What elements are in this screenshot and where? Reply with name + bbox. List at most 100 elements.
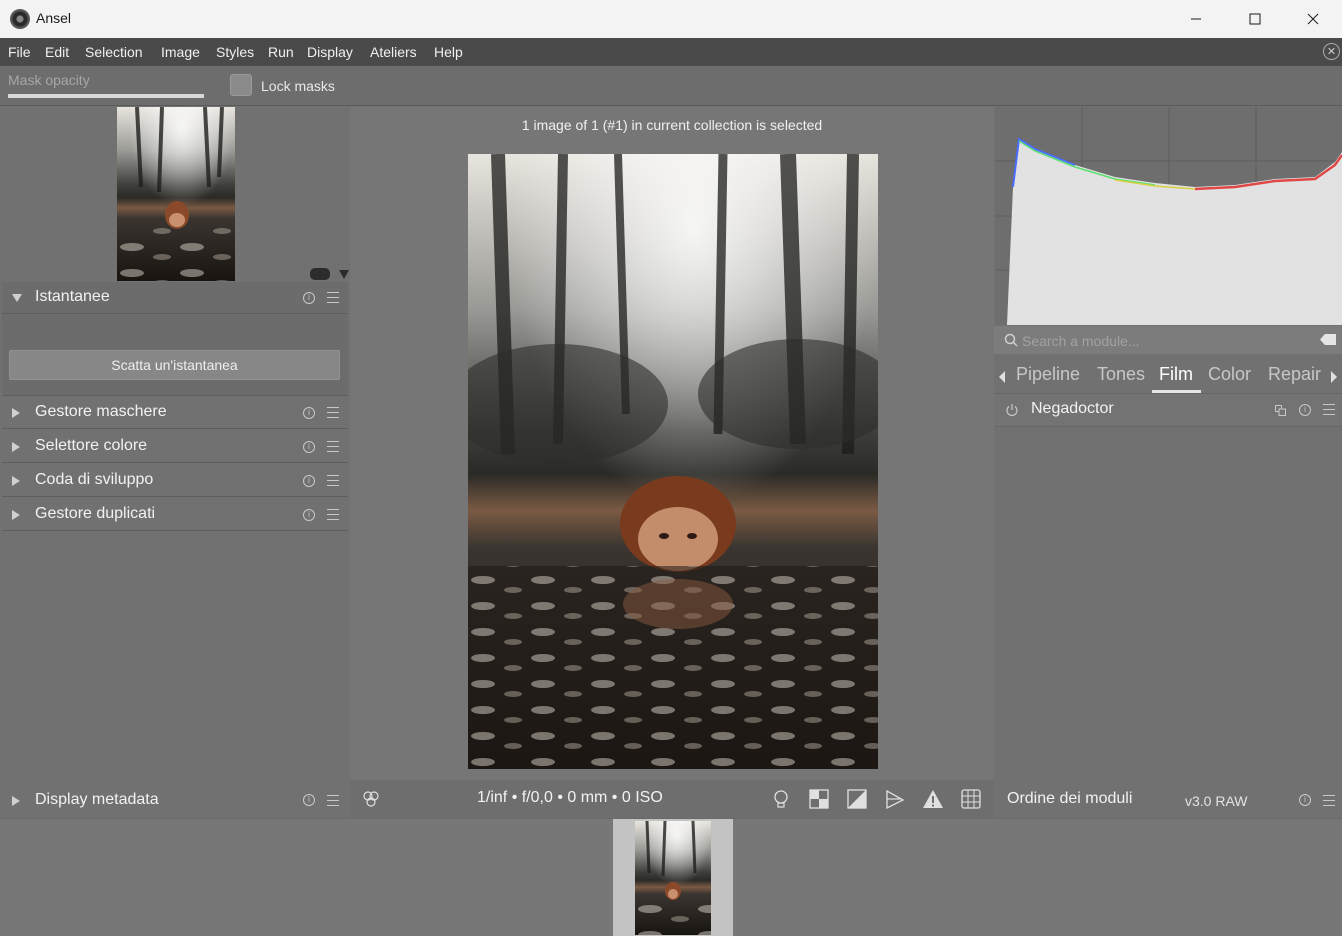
navigation-thumbnail[interactable] bbox=[117, 107, 235, 281]
tab-film[interactable]: Film bbox=[1159, 364, 1193, 385]
search-input[interactable]: Search a module... bbox=[1022, 333, 1140, 349]
power-icon[interactable] bbox=[1005, 403, 1019, 417]
menu-edit[interactable]: Edit bbox=[45, 44, 69, 60]
module-order-bar[interactable]: Ordine dei moduli v3.0 RAW i bbox=[994, 780, 1342, 818]
menu-icon[interactable] bbox=[327, 292, 339, 303]
module-negadoctor[interactable]: Negadoctor i bbox=[994, 393, 1342, 427]
bottom-left-module[interactable]: Display metadata i bbox=[0, 784, 350, 817]
maximize-button[interactable] bbox=[1226, 0, 1284, 38]
lock-masks-label: Lock masks bbox=[261, 78, 335, 94]
module-title: Gestore maschere bbox=[35, 403, 167, 420]
module-order-label: Ordine dei moduli bbox=[1007, 790, 1133, 807]
grid-icon[interactable] bbox=[960, 788, 982, 810]
center-footer: 1/inf • f/0,0 • 0 mm • 0 ISO bbox=[350, 780, 994, 818]
color-assessment-icon[interactable] bbox=[360, 788, 382, 810]
expand-arrow-icon bbox=[12, 510, 20, 520]
histogram[interactable] bbox=[995, 107, 1342, 325]
module-title: Selettore colore bbox=[35, 437, 148, 454]
maximize-icon bbox=[1249, 13, 1261, 25]
module-istantanee[interactable]: Istantanee i bbox=[2, 282, 348, 314]
focus-peaking-icon[interactable] bbox=[884, 788, 906, 810]
tab-color[interactable]: Color bbox=[1208, 364, 1251, 385]
zoom-dropdown-icon[interactable] bbox=[339, 270, 349, 279]
menu-help[interactable]: Help bbox=[434, 44, 463, 60]
menu-selection[interactable]: Selection bbox=[85, 44, 143, 60]
menu-display[interactable]: Display bbox=[307, 44, 353, 60]
info-icon[interactable]: i bbox=[303, 441, 315, 453]
tab-repair[interactable]: Repair bbox=[1268, 364, 1321, 385]
module-search-bar[interactable]: Search a module... bbox=[994, 326, 1342, 354]
minimize-icon bbox=[1191, 18, 1201, 20]
warning-icon[interactable] bbox=[922, 788, 944, 810]
menu-icon[interactable] bbox=[327, 441, 339, 452]
menu-file[interactable]: File bbox=[8, 44, 31, 60]
close-button[interactable] bbox=[1284, 0, 1342, 38]
module-group-tabs: Pipeline Tones Film Color Repair bbox=[994, 358, 1342, 394]
info-icon[interactable]: i bbox=[1299, 404, 1311, 416]
module-gestore-duplicati[interactable]: Gestore duplicati i bbox=[2, 499, 348, 531]
menu-ateliers[interactable]: Ateliers bbox=[370, 44, 417, 60]
expand-arrow-icon bbox=[12, 476, 20, 486]
title-bar: Ansel bbox=[0, 0, 1342, 38]
module-title: Coda di sviluppo bbox=[35, 471, 154, 488]
gamut-icon[interactable] bbox=[846, 788, 868, 810]
menu-icon[interactable] bbox=[327, 795, 339, 806]
menu-icon[interactable] bbox=[327, 475, 339, 486]
module-title: Gestore duplicati bbox=[35, 505, 156, 522]
menu-icon[interactable] bbox=[1323, 404, 1335, 415]
filmstrip bbox=[0, 818, 1342, 936]
menu-bar: File Edit Selection Image Styles Run Dis… bbox=[0, 38, 1342, 66]
app-icon bbox=[10, 9, 30, 29]
info-icon[interactable]: i bbox=[303, 794, 315, 806]
module-gestore-maschere[interactable]: Gestore maschere i bbox=[2, 397, 348, 429]
tab-pipeline[interactable]: Pipeline bbox=[1016, 364, 1080, 385]
info-icon[interactable]: i bbox=[1299, 794, 1311, 806]
menu-styles[interactable]: Styles bbox=[216, 44, 254, 60]
expand-arrow-icon bbox=[12, 442, 20, 452]
tabs-right-arrow-icon[interactable] bbox=[1331, 371, 1337, 383]
module-coda-di-sviluppo[interactable]: Coda di sviluppo i bbox=[2, 465, 348, 497]
info-icon[interactable]: i bbox=[303, 475, 315, 487]
menu-run[interactable]: Run bbox=[268, 44, 294, 60]
main-image[interactable] bbox=[468, 154, 878, 769]
left-panel: Istantanee i Scatta un'istantanea Gestor… bbox=[0, 106, 350, 818]
info-icon[interactable]: i bbox=[303, 407, 315, 419]
clear-search-icon[interactable] bbox=[1320, 334, 1336, 345]
right-panel: Search a module... Pipeline Tones Film C… bbox=[994, 106, 1342, 818]
lightbulb-icon[interactable] bbox=[770, 788, 792, 810]
module-title: Negadoctor bbox=[1031, 400, 1114, 417]
menu-icon[interactable] bbox=[327, 407, 339, 418]
expand-arrow-icon bbox=[12, 408, 20, 418]
filmstrip-cell-selected[interactable] bbox=[613, 819, 733, 936]
zoom-toggle-icon[interactable] bbox=[310, 268, 330, 280]
snapshots-body: Scatta un'istantanea bbox=[2, 314, 348, 396]
module-order-value: v3.0 RAW bbox=[1185, 793, 1248, 809]
module-selettore-colore[interactable]: Selettore colore i bbox=[2, 431, 348, 463]
selection-status: 1 image of 1 (#1) in current collection … bbox=[521, 117, 823, 133]
close-icon bbox=[1307, 13, 1319, 25]
minimize-button[interactable] bbox=[1167, 0, 1225, 38]
center-view: 1 image of 1 (#1) in current collection … bbox=[350, 106, 994, 780]
filmstrip-thumbnail[interactable] bbox=[635, 821, 711, 935]
window-title: Ansel bbox=[36, 10, 72, 26]
close-panels-icon[interactable]: ✕ bbox=[1323, 43, 1340, 60]
mask-opacity-slider[interactable] bbox=[8, 94, 204, 98]
menu-image[interactable]: Image bbox=[161, 44, 200, 60]
tab-tones[interactable]: Tones bbox=[1097, 364, 1145, 385]
take-snapshot-button[interactable]: Scatta un'istantanea bbox=[9, 350, 340, 380]
info-icon[interactable]: i bbox=[303, 509, 315, 521]
softproof-icon[interactable] bbox=[808, 788, 830, 810]
module-title: Istantanee bbox=[35, 288, 110, 305]
lock-masks-checkbox[interactable] bbox=[230, 74, 252, 96]
menu-icon[interactable] bbox=[327, 509, 339, 520]
exif-info: 1/inf • f/0,0 • 0 mm • 0 ISO bbox=[477, 789, 663, 806]
tabs-left-arrow-icon[interactable] bbox=[999, 371, 1005, 383]
mask-opacity-label: Mask opacity bbox=[8, 72, 90, 88]
collapse-arrow-icon bbox=[12, 294, 22, 302]
instance-icon[interactable] bbox=[1275, 405, 1286, 416]
module-title: Display metadata bbox=[35, 791, 159, 808]
search-icon bbox=[1004, 333, 1018, 347]
info-icon[interactable]: i bbox=[303, 292, 315, 304]
menu-icon[interactable] bbox=[1323, 795, 1335, 806]
expand-arrow-icon bbox=[12, 796, 20, 806]
